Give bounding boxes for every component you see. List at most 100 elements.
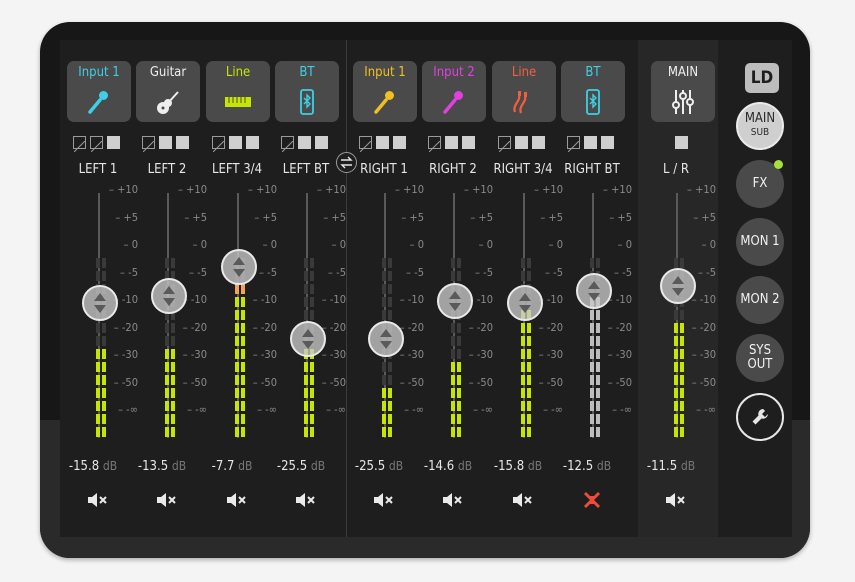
mute-icon[interactable] <box>418 490 488 510</box>
routing-toggles <box>428 136 475 153</box>
route-mono-icon[interactable] <box>281 136 294 153</box>
meter-segment <box>451 271 455 281</box>
meter-segment <box>457 427 461 437</box>
channel-label: LEFT BT <box>282 162 330 177</box>
meter-segment <box>102 271 106 281</box>
channel-label: RIGHT 1 <box>360 162 408 177</box>
scale-tick: – -30 <box>691 348 716 361</box>
route-stereo-icon[interactable] <box>376 136 389 149</box>
scale-tick: – -∞ <box>612 403 632 416</box>
route-mono-icon[interactable] <box>73 136 86 153</box>
route-meter-icon[interactable] <box>393 136 406 149</box>
mute-active-icon[interactable] <box>557 490 627 510</box>
meter-segment <box>596 362 600 372</box>
settings-button[interactable] <box>736 393 784 441</box>
nav-button-sys[interactable]: SYS OUT <box>736 334 784 382</box>
channel-source-button[interactable]: Line <box>206 61 270 122</box>
mute-icon[interactable] <box>63 490 133 510</box>
meter-segment <box>527 388 531 398</box>
fader-db-value: -11.5 dB <box>636 459 706 474</box>
mute-icon[interactable] <box>641 490 711 510</box>
meter-segment <box>241 388 245 398</box>
mute-icon[interactable] <box>202 490 272 510</box>
route-mono-icon[interactable] <box>428 136 441 153</box>
channel-strip-right-2: Input 2 RIGHT 2– +10– +5– 0– -5– -10– -20… <box>413 40 493 537</box>
mute-icon[interactable] <box>349 490 419 510</box>
route-meter-icon[interactable] <box>315 136 328 149</box>
route-stereo-icon[interactable] <box>298 136 311 149</box>
meter-segment <box>596 336 600 346</box>
mute-icon[interactable] <box>132 490 202 510</box>
scale-tick: – -50 <box>607 375 632 389</box>
fader-knob[interactable] <box>82 285 118 321</box>
scale-tick: – -10 <box>321 293 346 306</box>
scale-tick: – +10 <box>687 183 716 196</box>
route-mono-icon[interactable] <box>212 136 225 153</box>
main-source-button[interactable]: MAIN <box>651 61 715 122</box>
route-meter-icon[interactable] <box>601 136 614 149</box>
nav-label: MAIN <box>744 111 776 126</box>
fader-knob[interactable] <box>221 249 257 285</box>
meter-segment <box>457 375 461 385</box>
route-meter-icon[interactable] <box>532 136 545 149</box>
fader-knob[interactable] <box>576 273 612 309</box>
channel-label: L / R <box>662 162 689 177</box>
meter-segment <box>304 401 308 411</box>
channel-source-button[interactable]: Input 2 <box>422 61 486 122</box>
meter-segment <box>590 323 594 333</box>
route-mono-icon[interactable] <box>359 136 372 153</box>
nav-button-mon2[interactable]: MON 2 <box>736 276 784 324</box>
channel-name: Guitar <box>149 65 187 80</box>
fader-knob[interactable] <box>290 321 326 357</box>
route-stereo-icon[interactable] <box>90 136 103 153</box>
route-meter-icon[interactable] <box>462 136 475 149</box>
nav-sublabel: OUT <box>747 357 773 372</box>
route-stereo-icon[interactable] <box>159 136 172 149</box>
channel-source-button[interactable]: Guitar <box>136 61 200 122</box>
fader-knob[interactable] <box>368 321 404 357</box>
channel-source-button[interactable]: Input 1 <box>353 61 417 122</box>
route-stereo-icon[interactable] <box>445 136 458 149</box>
meter-segment <box>527 362 531 372</box>
meter-segment <box>388 414 392 424</box>
guitar-icon <box>136 87 200 117</box>
fader-knob[interactable] <box>437 282 473 319</box>
meter-segment <box>304 258 308 268</box>
meter-segment <box>590 414 594 424</box>
route-stereo-icon[interactable] <box>229 136 242 149</box>
route-meter-icon[interactable] <box>675 136 688 149</box>
routing-toggles <box>281 136 328 153</box>
channel-source-button[interactable]: Input 1 <box>67 61 131 122</box>
route-mono-icon[interactable] <box>142 136 155 153</box>
fader-knob[interactable] <box>151 277 187 314</box>
nav-button-fx[interactable]: FX <box>736 160 784 208</box>
route-meter-icon[interactable] <box>176 136 189 149</box>
meter-segment <box>674 336 678 346</box>
route-mono-icon[interactable] <box>567 136 580 153</box>
link-channels-button[interactable] <box>336 152 357 173</box>
fader-db-value: -14.6 dB <box>413 459 483 474</box>
mute-icon[interactable] <box>488 490 558 510</box>
fader-knob[interactable] <box>660 268 696 305</box>
db-scale: – +10 – +5 – 0 – -5 – -10 – -20 – -30 – -50 – -∞ <box>316 184 346 438</box>
meter-segment <box>596 375 600 385</box>
fader-knob[interactable] <box>507 285 543 321</box>
route-stereo-icon[interactable] <box>584 136 597 149</box>
meter-segment <box>235 336 239 346</box>
meter-segment <box>96 414 100 424</box>
nav-button-main[interactable]: MAIN SUB <box>736 102 784 150</box>
channel-source-button[interactable]: BT <box>275 61 339 122</box>
meter-segment <box>590 310 594 320</box>
route-stereo-icon[interactable] <box>515 136 528 149</box>
route-meter-icon[interactable] <box>107 136 120 149</box>
scale-tick: – +5 <box>323 210 346 224</box>
route-mono-icon[interactable] <box>498 136 511 153</box>
mute-icon[interactable] <box>271 490 341 510</box>
channel-source-button[interactable]: Line <box>492 61 556 122</box>
meter-segment <box>235 284 239 294</box>
channel-source-button[interactable]: BT <box>561 61 625 122</box>
fader-db-value: -25.5 dB <box>344 459 414 474</box>
microphone-icon <box>67 87 131 117</box>
nav-button-mon1[interactable]: MON 1 <box>736 218 784 266</box>
route-meter-icon[interactable] <box>246 136 259 149</box>
